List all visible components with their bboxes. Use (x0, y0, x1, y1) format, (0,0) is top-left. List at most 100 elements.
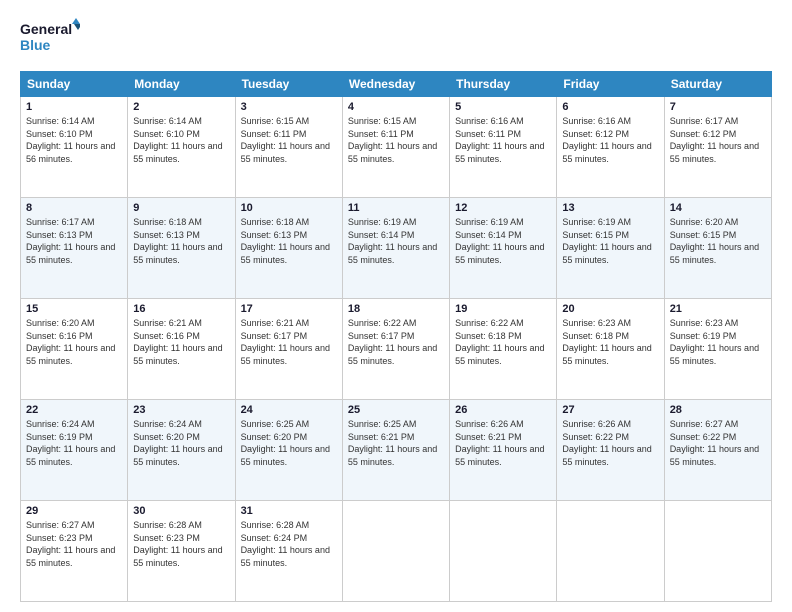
day-info: Sunrise: 6:27 AM Sunset: 6:22 PM Dayligh… (670, 418, 766, 468)
day-info: Sunrise: 6:14 AM Sunset: 6:10 PM Dayligh… (133, 115, 229, 165)
calendar-week-1: 1 Sunrise: 6:14 AM Sunset: 6:10 PM Dayli… (21, 97, 772, 198)
day-number: 16 (133, 303, 229, 315)
svg-text:Blue: Blue (20, 37, 51, 53)
day-number: 10 (241, 202, 337, 214)
day-info: Sunrise: 6:20 AM Sunset: 6:16 PM Dayligh… (26, 317, 122, 367)
calendar-cell: 22 Sunrise: 6:24 AM Sunset: 6:19 PM Dayl… (21, 400, 128, 501)
logo: General Blue (20, 16, 80, 61)
day-info: Sunrise: 6:21 AM Sunset: 6:16 PM Dayligh… (133, 317, 229, 367)
calendar-week-5: 29 Sunrise: 6:27 AM Sunset: 6:23 PM Dayl… (21, 501, 772, 602)
day-info: Sunrise: 6:15 AM Sunset: 6:11 PM Dayligh… (241, 115, 337, 165)
day-info: Sunrise: 6:28 AM Sunset: 6:24 PM Dayligh… (241, 519, 337, 569)
calendar-cell: 4 Sunrise: 6:15 AM Sunset: 6:11 PM Dayli… (342, 97, 449, 198)
calendar-cell: 5 Sunrise: 6:16 AM Sunset: 6:11 PM Dayli… (450, 97, 557, 198)
day-info: Sunrise: 6:18 AM Sunset: 6:13 PM Dayligh… (241, 216, 337, 266)
day-info: Sunrise: 6:15 AM Sunset: 6:11 PM Dayligh… (348, 115, 444, 165)
day-number: 15 (26, 303, 122, 315)
day-info: Sunrise: 6:16 AM Sunset: 6:11 PM Dayligh… (455, 115, 551, 165)
calendar-header-row: SundayMondayTuesdayWednesdayThursdayFrid… (21, 72, 772, 97)
calendar-cell: 27 Sunrise: 6:26 AM Sunset: 6:22 PM Dayl… (557, 400, 664, 501)
calendar-cell: 9 Sunrise: 6:18 AM Sunset: 6:13 PM Dayli… (128, 198, 235, 299)
day-number: 22 (26, 404, 122, 416)
calendar-cell: 31 Sunrise: 6:28 AM Sunset: 6:24 PM Dayl… (235, 501, 342, 602)
day-info: Sunrise: 6:19 AM Sunset: 6:15 PM Dayligh… (562, 216, 658, 266)
day-number: 11 (348, 202, 444, 214)
day-info: Sunrise: 6:27 AM Sunset: 6:23 PM Dayligh… (26, 519, 122, 569)
column-header-saturday: Saturday (664, 72, 771, 97)
day-number: 27 (562, 404, 658, 416)
day-info: Sunrise: 6:22 AM Sunset: 6:17 PM Dayligh… (348, 317, 444, 367)
day-number: 6 (562, 101, 658, 113)
calendar-cell: 24 Sunrise: 6:25 AM Sunset: 6:20 PM Dayl… (235, 400, 342, 501)
day-number: 21 (670, 303, 766, 315)
calendar-cell: 13 Sunrise: 6:19 AM Sunset: 6:15 PM Dayl… (557, 198, 664, 299)
calendar-cell: 12 Sunrise: 6:19 AM Sunset: 6:14 PM Dayl… (450, 198, 557, 299)
day-number: 7 (670, 101, 766, 113)
column-header-friday: Friday (557, 72, 664, 97)
day-info: Sunrise: 6:26 AM Sunset: 6:21 PM Dayligh… (455, 418, 551, 468)
calendar-cell: 21 Sunrise: 6:23 AM Sunset: 6:19 PM Dayl… (664, 299, 771, 400)
day-number: 24 (241, 404, 337, 416)
day-number: 18 (348, 303, 444, 315)
calendar-cell: 20 Sunrise: 6:23 AM Sunset: 6:18 PM Dayl… (557, 299, 664, 400)
calendar-cell: 23 Sunrise: 6:24 AM Sunset: 6:20 PM Dayl… (128, 400, 235, 501)
day-number: 8 (26, 202, 122, 214)
column-header-monday: Monday (128, 72, 235, 97)
calendar-cell (450, 501, 557, 602)
calendar-cell: 10 Sunrise: 6:18 AM Sunset: 6:13 PM Dayl… (235, 198, 342, 299)
calendar-cell (342, 501, 449, 602)
day-number: 19 (455, 303, 551, 315)
calendar-cell: 18 Sunrise: 6:22 AM Sunset: 6:17 PM Dayl… (342, 299, 449, 400)
calendar-cell (557, 501, 664, 602)
day-number: 30 (133, 505, 229, 517)
day-info: Sunrise: 6:16 AM Sunset: 6:12 PM Dayligh… (562, 115, 658, 165)
calendar-cell: 30 Sunrise: 6:28 AM Sunset: 6:23 PM Dayl… (128, 501, 235, 602)
day-info: Sunrise: 6:26 AM Sunset: 6:22 PM Dayligh… (562, 418, 658, 468)
svg-text:General: General (20, 21, 72, 37)
calendar-cell: 14 Sunrise: 6:20 AM Sunset: 6:15 PM Dayl… (664, 198, 771, 299)
calendar-week-4: 22 Sunrise: 6:24 AM Sunset: 6:19 PM Dayl… (21, 400, 772, 501)
column-header-sunday: Sunday (21, 72, 128, 97)
calendar-cell: 3 Sunrise: 6:15 AM Sunset: 6:11 PM Dayli… (235, 97, 342, 198)
day-info: Sunrise: 6:20 AM Sunset: 6:15 PM Dayligh… (670, 216, 766, 266)
day-number: 9 (133, 202, 229, 214)
calendar-cell: 7 Sunrise: 6:17 AM Sunset: 6:12 PM Dayli… (664, 97, 771, 198)
day-number: 12 (455, 202, 551, 214)
day-number: 26 (455, 404, 551, 416)
day-info: Sunrise: 6:22 AM Sunset: 6:18 PM Dayligh… (455, 317, 551, 367)
calendar-cell: 15 Sunrise: 6:20 AM Sunset: 6:16 PM Dayl… (21, 299, 128, 400)
calendar-cell: 28 Sunrise: 6:27 AM Sunset: 6:22 PM Dayl… (664, 400, 771, 501)
day-number: 23 (133, 404, 229, 416)
calendar-cell: 6 Sunrise: 6:16 AM Sunset: 6:12 PM Dayli… (557, 97, 664, 198)
day-info: Sunrise: 6:24 AM Sunset: 6:20 PM Dayligh… (133, 418, 229, 468)
day-number: 14 (670, 202, 766, 214)
day-info: Sunrise: 6:24 AM Sunset: 6:19 PM Dayligh… (26, 418, 122, 468)
calendar-cell: 1 Sunrise: 6:14 AM Sunset: 6:10 PM Dayli… (21, 97, 128, 198)
column-header-wednesday: Wednesday (342, 72, 449, 97)
day-number: 31 (241, 505, 337, 517)
day-info: Sunrise: 6:21 AM Sunset: 6:17 PM Dayligh… (241, 317, 337, 367)
day-number: 4 (348, 101, 444, 113)
day-info: Sunrise: 6:28 AM Sunset: 6:23 PM Dayligh… (133, 519, 229, 569)
calendar-cell: 16 Sunrise: 6:21 AM Sunset: 6:16 PM Dayl… (128, 299, 235, 400)
calendar-cell: 29 Sunrise: 6:27 AM Sunset: 6:23 PM Dayl… (21, 501, 128, 602)
day-info: Sunrise: 6:23 AM Sunset: 6:18 PM Dayligh… (562, 317, 658, 367)
calendar-cell: 17 Sunrise: 6:21 AM Sunset: 6:17 PM Dayl… (235, 299, 342, 400)
day-number: 28 (670, 404, 766, 416)
logo-icon: General Blue (20, 16, 80, 56)
day-info: Sunrise: 6:25 AM Sunset: 6:20 PM Dayligh… (241, 418, 337, 468)
calendar-table: SundayMondayTuesdayWednesdayThursdayFrid… (20, 71, 772, 602)
day-number: 17 (241, 303, 337, 315)
day-number: 2 (133, 101, 229, 113)
calendar-cell: 19 Sunrise: 6:22 AM Sunset: 6:18 PM Dayl… (450, 299, 557, 400)
day-info: Sunrise: 6:23 AM Sunset: 6:19 PM Dayligh… (670, 317, 766, 367)
column-header-tuesday: Tuesday (235, 72, 342, 97)
calendar-cell: 26 Sunrise: 6:26 AM Sunset: 6:21 PM Dayl… (450, 400, 557, 501)
page: General Blue SundayMondayTuesdayWednesda… (0, 0, 792, 612)
calendar-week-2: 8 Sunrise: 6:17 AM Sunset: 6:13 PM Dayli… (21, 198, 772, 299)
day-number: 25 (348, 404, 444, 416)
header: General Blue (20, 16, 772, 61)
day-number: 13 (562, 202, 658, 214)
day-number: 1 (26, 101, 122, 113)
day-info: Sunrise: 6:14 AM Sunset: 6:10 PM Dayligh… (26, 115, 122, 165)
